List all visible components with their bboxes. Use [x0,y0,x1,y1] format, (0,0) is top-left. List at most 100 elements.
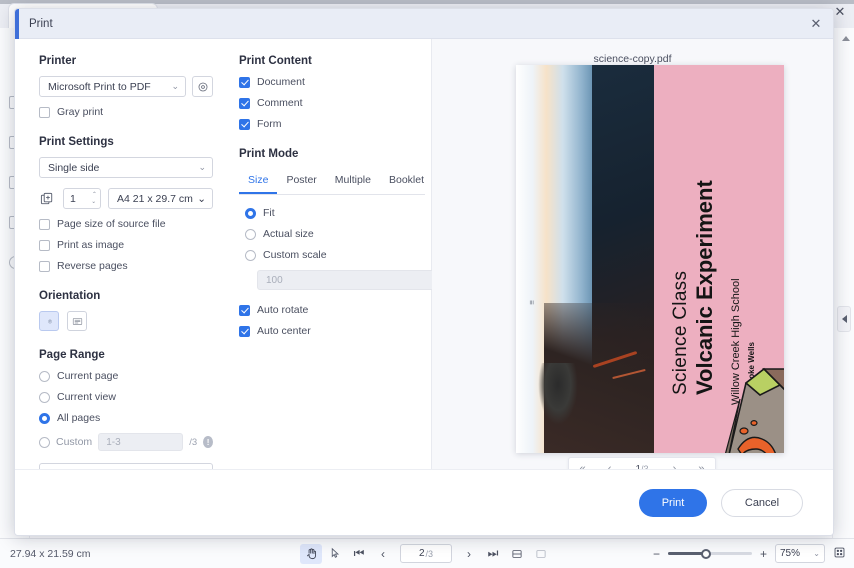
close-icon[interactable]: ✕ [807,15,825,33]
range-option-custom[interactable]: Custom 1-3 /3 ! [39,433,213,451]
fit-page-icon[interactable] [530,544,552,564]
current-page-label: Current page [57,370,118,382]
form-checkbox[interactable] [239,119,250,130]
print-button[interactable]: Print [639,489,707,517]
fullscreen-icon[interactable] [833,546,846,562]
content-row-document[interactable]: Document [239,76,431,88]
tab-multiple[interactable]: Multiple [326,169,380,194]
landscape-orientation-icon[interactable] [67,311,87,331]
print-dialog: Print ✕ Printer Microsoft Print to PDF ⌄ [14,8,834,536]
option-row-1[interactable]: Print as image [39,239,213,251]
content-row-comment[interactable]: Comment [239,97,431,109]
tab-size[interactable]: Size [239,169,277,194]
window-close-icon[interactable]: ✕ [832,4,848,20]
tab-poster[interactable]: Poster [277,169,325,194]
zoom-in-button[interactable]: + [760,547,767,561]
option-row-0[interactable]: Page size of source file [39,218,213,230]
prev-page-icon[interactable]: ‹ [372,544,394,564]
preview-line-1: Science Class [670,271,692,395]
portrait-orientation-icon[interactable] [39,311,59,331]
fit-radio[interactable] [245,208,256,219]
page-total: /3 [426,549,434,559]
scale-option-fit[interactable]: Fit [245,207,431,219]
actual-size-label: Actual size [263,228,314,240]
paper-size-select[interactable]: A4 21 x 29.7 cm ⌄ [108,188,213,209]
auto-rotate-checkbox[interactable] [239,305,250,316]
stepper-arrows[interactable]: ⌃⌄ [91,192,96,205]
copies-stepper[interactable]: 1 ⌃⌄ [63,188,101,209]
page-dimensions-label: 27.94 x 21.59 cm [10,548,91,560]
printer-properties-button[interactable] [192,76,213,97]
custom-range-input[interactable]: 1-3 [98,433,183,451]
dialog-titlebar: Print ✕ [15,9,833,39]
zoom-out-button[interactable]: − [653,547,660,561]
background-right-panel [832,28,854,538]
collapse-panel-button[interactable] [837,306,851,332]
scale-option-actual[interactable]: Actual size [245,228,431,240]
range-option-current-page[interactable]: Current page [39,370,213,382]
printer-select-row: Microsoft Print to PDF ⌄ [39,76,213,97]
actual-size-radio[interactable] [245,229,256,240]
zoom-level-select[interactable]: 75% ⌄ [775,544,825,563]
info-icon[interactable]: ! [203,436,213,448]
gray-print-checkbox[interactable] [39,107,50,118]
document-checkbox[interactable] [239,77,250,88]
auto-center-row[interactable]: Auto center [239,325,431,337]
preview-photo-tree [538,363,578,425]
zoom-slider[interactable] [668,547,752,561]
content-row-form[interactable]: Form [239,118,431,130]
page-number-input[interactable]: 2 /3 [400,544,452,563]
chevron-left-icon [842,315,847,323]
chevron-up-icon[interactable] [842,36,850,41]
range-option-current-view[interactable]: Current view [39,391,213,403]
reverse-pages-checkbox[interactable] [39,261,50,272]
hand-tool-icon[interactable] [300,544,322,564]
gray-print-row[interactable]: Gray print [39,106,213,118]
fit-label: Fit [263,207,275,219]
custom-scale-radio[interactable] [245,250,256,261]
current-page-radio[interactable] [39,371,50,382]
auto-rotate-row[interactable]: Auto rotate [239,304,431,316]
custom-scale-value: 100 [266,275,283,286]
chevron-down-icon: ⌄ [197,193,206,205]
cancel-button[interactable]: Cancel [721,489,803,517]
printer-settings-column: Printer Microsoft Print to PDF ⌄ Gray pr… [15,39,227,499]
comment-checkbox[interactable] [239,98,250,109]
last-page-icon[interactable]: ⏭ [482,544,504,564]
scale-option-custom[interactable]: Custom scale [245,249,431,261]
document-label: Document [257,76,305,88]
select-tool-icon[interactable] [324,544,346,564]
custom-range-placeholder: 1-3 [106,437,120,448]
tab-booklet[interactable]: Booklet [380,169,433,194]
range-option-all-pages[interactable]: All pages [39,412,213,424]
custom-range-radio[interactable] [39,437,50,448]
current-view-label: Current view [57,391,116,403]
sides-select[interactable]: Single side ⌄ [39,157,213,178]
auto-center-checkbox[interactable] [239,326,250,337]
preview-photo: ≡ [516,65,654,453]
zoom-controls: − + 75% ⌄ [653,544,846,563]
page-size-source-checkbox[interactable] [39,219,50,230]
app-root: ✕ 27.94 x 21.59 cm [0,0,854,568]
chevron-down-icon: ⌄ [171,81,179,92]
print-as-image-checkbox[interactable] [39,240,50,251]
chevron-down-icon: ⌄ [91,199,96,205]
status-toolbar: 27.94 x 21.59 cm ⏮ ‹ 2 /3 › ⏭ [0,538,854,568]
copies-row: 1 ⌃⌄ A4 21 x 29.7 cm ⌄ [39,188,213,209]
next-page-icon[interactable]: › [458,544,480,564]
comment-label: Comment [257,97,303,109]
auto-rotate-label: Auto rotate [257,304,308,316]
dialog-footer: Print Cancel [15,469,834,535]
current-view-radio[interactable] [39,392,50,403]
all-pages-radio[interactable] [39,413,50,424]
dialog-body: Printer Microsoft Print to PDF ⌄ Gray pr… [15,39,833,499]
option-row-2[interactable]: Reverse pages [39,260,213,272]
auto-center-label: Auto center [257,325,311,337]
custom-scale-input[interactable]: 100 ⌃⌄ [257,270,443,290]
zoom-slider-handle[interactable] [701,549,711,559]
fit-width-icon[interactable] [506,544,528,564]
dialog-title: Print [29,18,53,30]
printer-select-value: Microsoft Print to PDF [48,81,151,93]
printer-select[interactable]: Microsoft Print to PDF ⌄ [39,76,186,97]
first-page-icon[interactable]: ⏮ [348,544,370,564]
